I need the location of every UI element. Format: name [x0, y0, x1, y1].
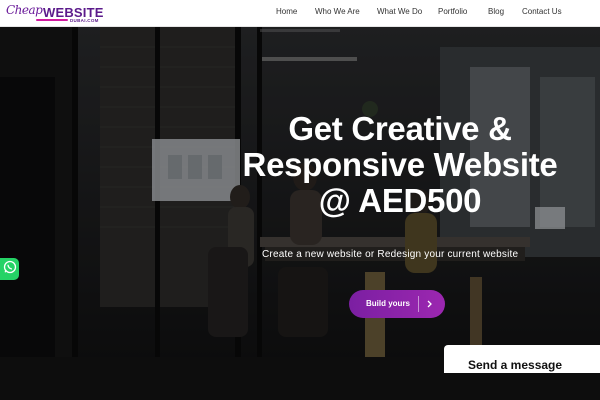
button-separator — [418, 296, 419, 312]
logo-swoosh — [36, 19, 68, 21]
nav-item-blog[interactable]: Blog — [488, 7, 504, 16]
nav-item-contact-us[interactable]: Contact Us — [522, 7, 562, 16]
site-header: Cheap WEBSITE DUBAI.COM Home Who We Are … — [0, 0, 600, 27]
logo-script-text: Cheap — [6, 3, 43, 17]
logo-sub-text: DUBAI.COM — [70, 18, 99, 23]
nav-item-what-we-do[interactable]: What We Do — [377, 7, 422, 16]
whatsapp-button[interactable] — [0, 258, 19, 280]
build-yours-label: Build yours — [366, 299, 411, 308]
send-message-widget[interactable]: Send a message — [444, 345, 600, 373]
hero-title-line-2: Responsive Website — [242, 146, 558, 183]
send-message-label: Send a message — [468, 358, 563, 372]
whatsapp-icon — [3, 260, 17, 279]
hero-subtitle: Create a new website or Redesign your cu… — [262, 249, 519, 260]
site-logo[interactable]: Cheap WEBSITE DUBAI.COM — [6, 2, 106, 26]
nav-item-who-we-are[interactable]: Who We Are — [315, 7, 360, 16]
hero-title: Get Creative & Responsive Website @ AED5… — [0, 111, 600, 219]
nav-item-portfolio[interactable]: Portfolio — [438, 7, 467, 16]
hero-title-line-3: @ AED500 — [318, 182, 482, 219]
build-yours-button[interactable]: Build yours — [349, 290, 445, 318]
nav-item-home[interactable]: Home — [276, 7, 297, 16]
hero-title-line-1: Get Creative & — [288, 110, 512, 147]
chevron-right-icon — [424, 296, 436, 312]
